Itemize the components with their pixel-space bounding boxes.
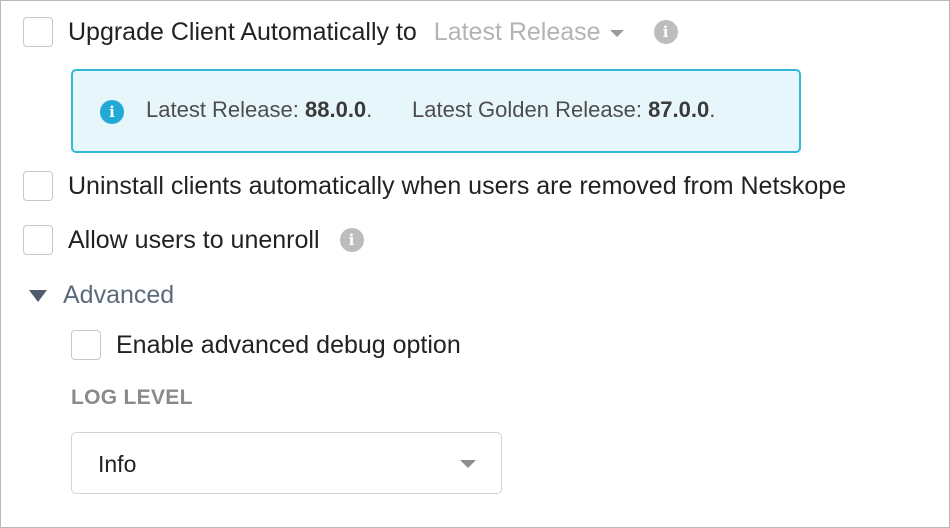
info-icon[interactable]: i — [339, 228, 364, 252]
golden-release-text: Latest Golden Release: 87.0.0. — [412, 97, 715, 123]
latest-release-value: 88.0.0 — [305, 97, 367, 122]
advanced-debug-row: Enable advanced debug option — [71, 330, 461, 360]
uninstall-clients-row: Uninstall clients automatically when use… — [23, 171, 846, 201]
chevron-down-icon — [460, 460, 476, 468]
release-info-banner: i Latest Release: 88.0.0. Latest Golden … — [71, 69, 801, 153]
latest-release-label: Latest Release: — [146, 97, 299, 122]
uninstall-clients-label: Uninstall clients automatically when use… — [68, 171, 847, 200]
chevron-down-icon — [609, 29, 624, 37]
info-icon[interactable]: i — [653, 20, 678, 44]
disclosure-triangle-down-icon — [29, 289, 47, 302]
info-circle-icon: i — [100, 100, 124, 124]
advanced-label: Advanced — [63, 281, 175, 309]
advanced-toggle[interactable]: Advanced — [29, 281, 174, 310]
golden-release-period: . — [709, 97, 716, 122]
latest-release-period: . — [366, 97, 373, 122]
settings-panel: Upgrade Client Automatically to Latest R… — [0, 0, 950, 528]
allow-unenroll-row: Allow users to unenroll i — [23, 225, 364, 255]
latest-release-text: Latest Release: 88.0.0. — [146, 97, 372, 123]
upgrade-version-value: Latest Release — [433, 17, 601, 46]
log-level-select[interactable]: Info — [71, 432, 502, 494]
golden-release-label: Latest Golden Release: — [412, 97, 642, 122]
upgrade-client-row: Upgrade Client Automatically to Latest R… — [23, 17, 678, 47]
advanced-debug-label: Enable advanced debug option — [116, 330, 461, 359]
upgrade-client-label: Upgrade Client Automatically to — [68, 17, 417, 46]
uninstall-clients-checkbox[interactable] — [23, 171, 53, 201]
allow-unenroll-label: Allow users to unenroll — [68, 225, 320, 254]
log-level-label: LOG LEVEL — [71, 386, 193, 409]
golden-release-value: 87.0.0 — [648, 97, 710, 122]
log-level-value: Info — [98, 451, 137, 477]
allow-unenroll-checkbox[interactable] — [23, 225, 53, 255]
upgrade-client-checkbox[interactable] — [23, 17, 53, 47]
advanced-debug-checkbox[interactable] — [71, 330, 101, 360]
upgrade-version-select[interactable]: Latest Release — [434, 18, 624, 47]
